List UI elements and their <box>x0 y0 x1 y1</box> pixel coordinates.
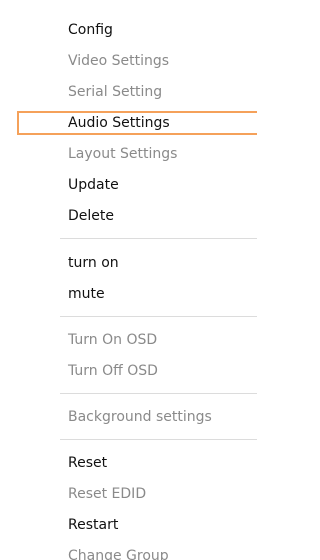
menu-item-delete[interactable]: Delete <box>68 206 114 226</box>
menu-item-layout-settings[interactable]: Layout Settings <box>68 144 177 164</box>
menu-item-serial-setting[interactable]: Serial Setting <box>68 82 162 102</box>
menu-separator <box>60 238 257 239</box>
menu-item-restart[interactable]: Restart <box>68 515 118 535</box>
menu-item-audio-settings[interactable]: Audio Settings <box>68 113 170 133</box>
menu-item-reset[interactable]: Reset <box>68 453 107 473</box>
menu-item-turn-on-osd[interactable]: Turn On OSD <box>68 330 157 350</box>
menu-separator <box>60 393 257 394</box>
menu-item-turn-on[interactable]: turn on <box>68 253 119 273</box>
menu-item-change-group[interactable]: Change Group <box>68 546 169 560</box>
menu-item-mute[interactable]: mute <box>68 284 105 304</box>
menu-item-update[interactable]: Update <box>68 175 119 195</box>
menu-item-turn-off-osd[interactable]: Turn Off OSD <box>68 361 158 381</box>
context-menu: Config Video Settings Serial Setting Aud… <box>0 0 257 560</box>
menu-separator <box>60 439 257 440</box>
menu-item-config[interactable]: Config <box>68 20 113 40</box>
menu-item-video-settings[interactable]: Video Settings <box>68 51 169 71</box>
menu-item-reset-edid[interactable]: Reset EDID <box>68 484 146 504</box>
menu-item-background-settings[interactable]: Background settings <box>68 407 212 427</box>
menu-separator <box>60 316 257 317</box>
